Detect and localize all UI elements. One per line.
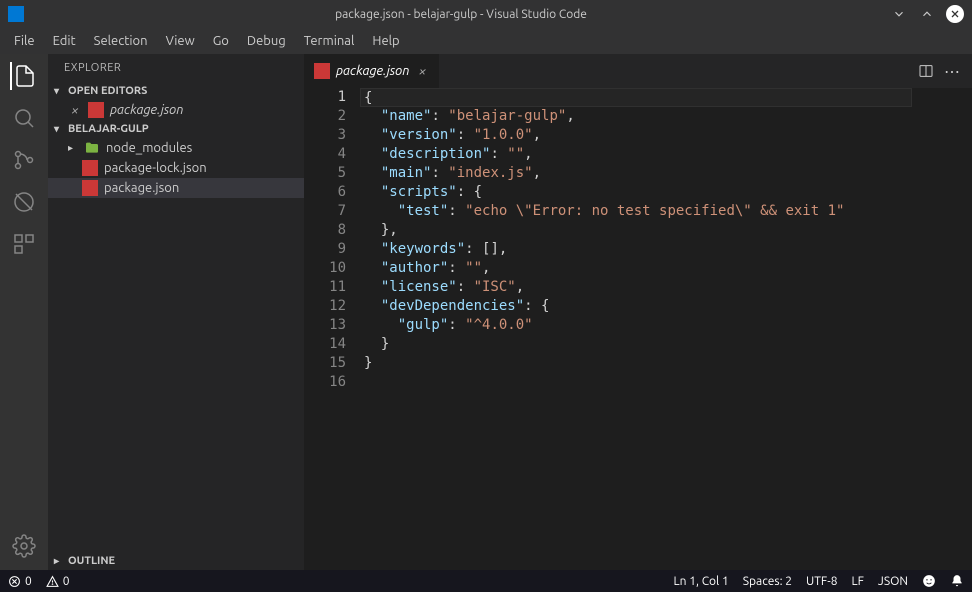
code-line[interactable]: "description": "", bbox=[364, 145, 912, 164]
npm-file-icon bbox=[82, 180, 98, 196]
folder-icon bbox=[84, 140, 100, 156]
sidebar-title: Explorer bbox=[48, 54, 304, 82]
window-title: package.json - belajar-gulp - Visual Stu… bbox=[32, 8, 890, 21]
status-errors[interactable]: 0 bbox=[8, 575, 32, 588]
editor-actions: ⋯ bbox=[908, 54, 972, 88]
editor-tabs: package.json × ⋯ bbox=[304, 54, 972, 88]
close-button[interactable] bbox=[946, 5, 964, 23]
status-lncol[interactable]: Ln 1, Col 1 bbox=[674, 575, 729, 588]
file-label: node_modules bbox=[106, 141, 192, 155]
close-tab-icon[interactable]: × bbox=[415, 63, 429, 79]
menu-edit[interactable]: Edit bbox=[45, 32, 84, 50]
editor-area: package.json × ⋯ 12345678910111213141516… bbox=[304, 54, 972, 570]
statusbar: 0 0 Ln 1, Col 1 Spaces: 2 UTF-8 LF JSON bbox=[0, 570, 972, 592]
file-label: package-lock.json bbox=[104, 161, 207, 175]
workspace-header[interactable]: ▾ belajar-gulp bbox=[48, 120, 304, 138]
code-line[interactable]: "license": "ISC", bbox=[364, 278, 912, 297]
code-line[interactable]: "gulp": "^4.0.0" bbox=[364, 316, 912, 335]
menu-file[interactable]: File bbox=[6, 32, 43, 50]
menu-view[interactable]: View bbox=[158, 32, 203, 50]
open-editors-label: Open Editors bbox=[68, 85, 147, 97]
status-warnings[interactable]: 0 bbox=[46, 575, 70, 588]
status-eol[interactable]: LF bbox=[852, 575, 864, 588]
debug-icon[interactable] bbox=[10, 188, 38, 216]
code-editor[interactable]: 12345678910111213141516 { "name": "belaj… bbox=[304, 88, 972, 570]
file-label: package.json bbox=[110, 103, 183, 117]
titlebar: package.json - belajar-gulp - Visual Stu… bbox=[0, 0, 972, 28]
window-controls bbox=[890, 5, 964, 23]
chevron-right-icon: ▸ bbox=[68, 142, 78, 154]
settings-gear-icon[interactable] bbox=[10, 532, 38, 560]
tab-label: package.json bbox=[336, 64, 409, 78]
code-line[interactable]: "devDependencies": { bbox=[364, 297, 912, 316]
close-icon[interactable]: × bbox=[68, 102, 82, 118]
minimize-button[interactable] bbox=[890, 5, 908, 23]
outline-label: Outline bbox=[68, 555, 115, 567]
open-editors-header[interactable]: ▾ Open Editors bbox=[48, 82, 304, 100]
vscode-app-icon bbox=[8, 6, 24, 22]
status-language[interactable]: JSON bbox=[878, 575, 908, 588]
extensions-icon[interactable] bbox=[10, 230, 38, 258]
status-encoding[interactable]: UTF-8 bbox=[806, 575, 837, 588]
chevron-right-icon: ▸ bbox=[54, 555, 68, 567]
tree-item-package-json[interactable]: package.json bbox=[48, 178, 304, 198]
code-line[interactable]: "main": "index.js", bbox=[364, 164, 912, 183]
tree-item-node_modules[interactable]: ▸ node_modules bbox=[48, 138, 304, 158]
menu-terminal[interactable]: Terminal bbox=[296, 32, 363, 50]
explorer-icon[interactable] bbox=[10, 62, 38, 90]
status-notifications-icon[interactable] bbox=[950, 574, 964, 588]
search-icon[interactable] bbox=[10, 104, 38, 132]
status-spaces[interactable]: Spaces: 2 bbox=[743, 575, 792, 588]
code-line[interactable]: } bbox=[364, 354, 912, 373]
minimap[interactable] bbox=[912, 88, 972, 570]
menu-go[interactable]: Go bbox=[205, 32, 237, 50]
menubar: FileEditSelectionViewGoDebugTerminalHelp bbox=[0, 28, 972, 54]
activitybar bbox=[0, 54, 48, 570]
chevron-down-icon: ▾ bbox=[54, 123, 68, 135]
npm-file-icon bbox=[82, 160, 98, 176]
code-line[interactable]: }, bbox=[364, 221, 912, 240]
sidebar: Explorer ▾ Open Editors × package.json ▾… bbox=[48, 54, 304, 570]
code-line[interactable]: "scripts": { bbox=[364, 183, 912, 202]
status-feedback-icon[interactable] bbox=[922, 574, 936, 588]
menu-selection[interactable]: Selection bbox=[86, 32, 156, 50]
chevron-down-icon: ▾ bbox=[54, 85, 68, 97]
more-actions-icon[interactable]: ⋯ bbox=[944, 62, 962, 81]
code-line[interactable]: "author": "", bbox=[364, 259, 912, 278]
code-line[interactable]: "name": "belajar-gulp", bbox=[364, 107, 912, 126]
workspace-label: belajar-gulp bbox=[68, 123, 149, 135]
tree-item-package-lock-json[interactable]: package-lock.json bbox=[48, 158, 304, 178]
code-line[interactable]: } bbox=[364, 335, 912, 354]
open-editor-item[interactable]: × package.json bbox=[48, 100, 304, 120]
file-label: package.json bbox=[104, 181, 179, 195]
npm-file-icon bbox=[314, 63, 330, 79]
code-line[interactable]: "version": "1.0.0", bbox=[364, 126, 912, 145]
npm-file-icon bbox=[88, 102, 104, 118]
outline-header[interactable]: ▸ Outline bbox=[48, 552, 304, 570]
code-line[interactable]: { bbox=[360, 88, 912, 107]
code-line[interactable]: "test": "echo \"Error: no test specified… bbox=[364, 202, 912, 221]
code-line[interactable]: "keywords": [], bbox=[364, 240, 912, 259]
code-line[interactable] bbox=[364, 373, 912, 392]
source-control-icon[interactable] bbox=[10, 146, 38, 174]
maximize-button[interactable] bbox=[918, 5, 936, 23]
split-editor-icon[interactable] bbox=[918, 63, 934, 79]
menu-help[interactable]: Help bbox=[364, 32, 407, 50]
menu-debug[interactable]: Debug bbox=[239, 32, 294, 50]
tab-package-json[interactable]: package.json × bbox=[304, 54, 440, 88]
